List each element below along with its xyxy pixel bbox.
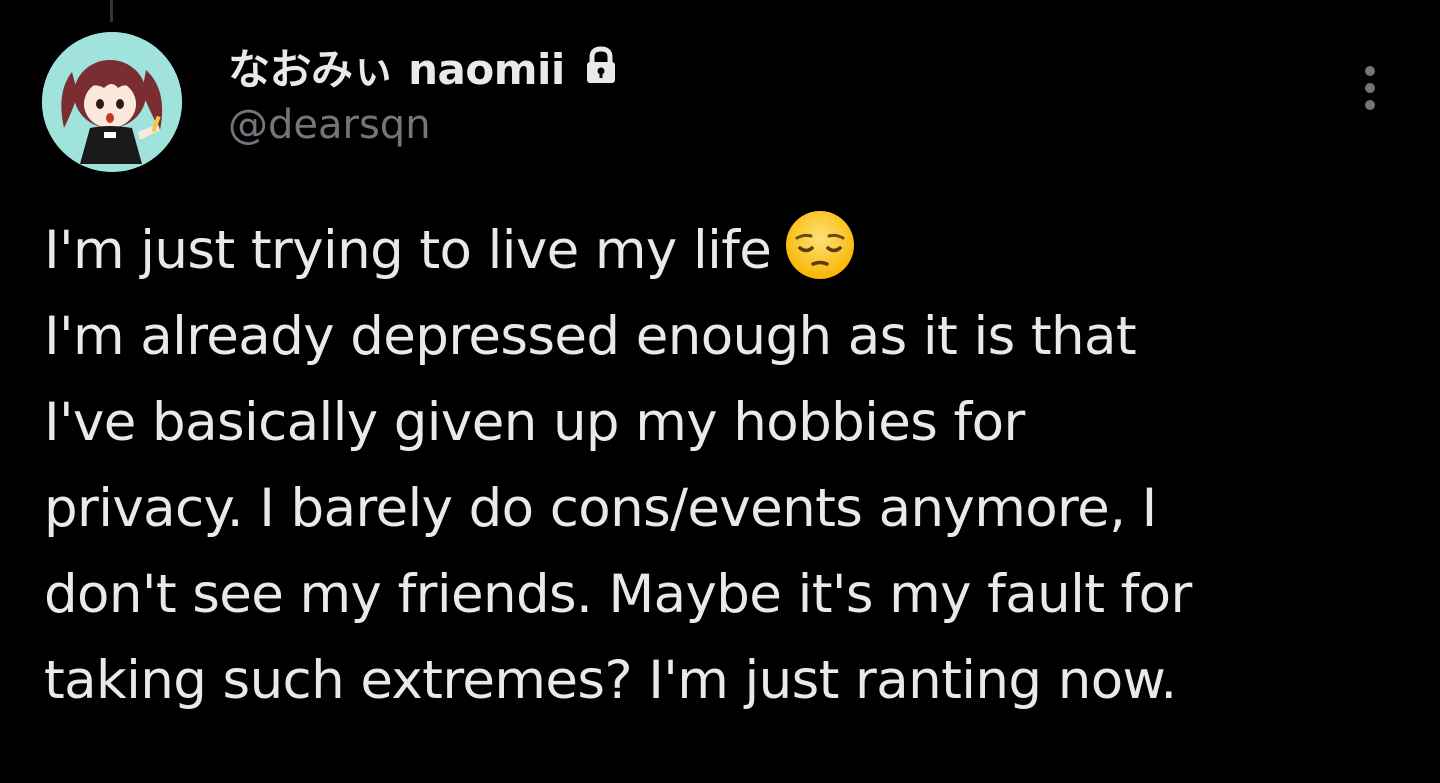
tweet-text-line: taking such extremes? I'm just ranting n…	[44, 650, 1177, 711]
tweet-text-line: I'm just trying to live my life	[44, 208, 1414, 294]
tweet-text-line: don't see my friends. Maybe it's my faul…	[44, 564, 1192, 625]
tweet-text: I'm just trying to live my life I'm alre…	[44, 208, 1414, 724]
lock-icon	[583, 46, 619, 86]
author-name-row: なおみぃ naomii	[228, 36, 619, 96]
more-vertical-icon-dot	[1365, 83, 1375, 93]
anime-avatar-icon	[42, 32, 182, 172]
thread-connector-line	[110, 0, 113, 22]
more-options-button[interactable]	[1348, 60, 1392, 116]
avatar[interactable]	[42, 32, 182, 172]
tweet-text-line: I've basically given up my hobbies for	[44, 392, 1025, 453]
tweet-author-header: なおみぃ naomii @dearsqn	[228, 36, 619, 148]
author-display-name[interactable]: なおみぃ naomii	[228, 36, 565, 97]
tweet-text-line: privacy. I barely do cons/events anymore…	[44, 478, 1157, 539]
more-vertical-icon-dot	[1365, 100, 1375, 110]
more-vertical-icon	[1365, 66, 1375, 76]
tweet-text-line: I'm already depressed enough as it is th…	[44, 306, 1137, 367]
author-handle[interactable]: @dearsqn	[228, 102, 619, 148]
tweet-text-line-content: I'm just trying to live my life	[44, 220, 772, 281]
pensive-face-emoji	[783, 208, 857, 282]
